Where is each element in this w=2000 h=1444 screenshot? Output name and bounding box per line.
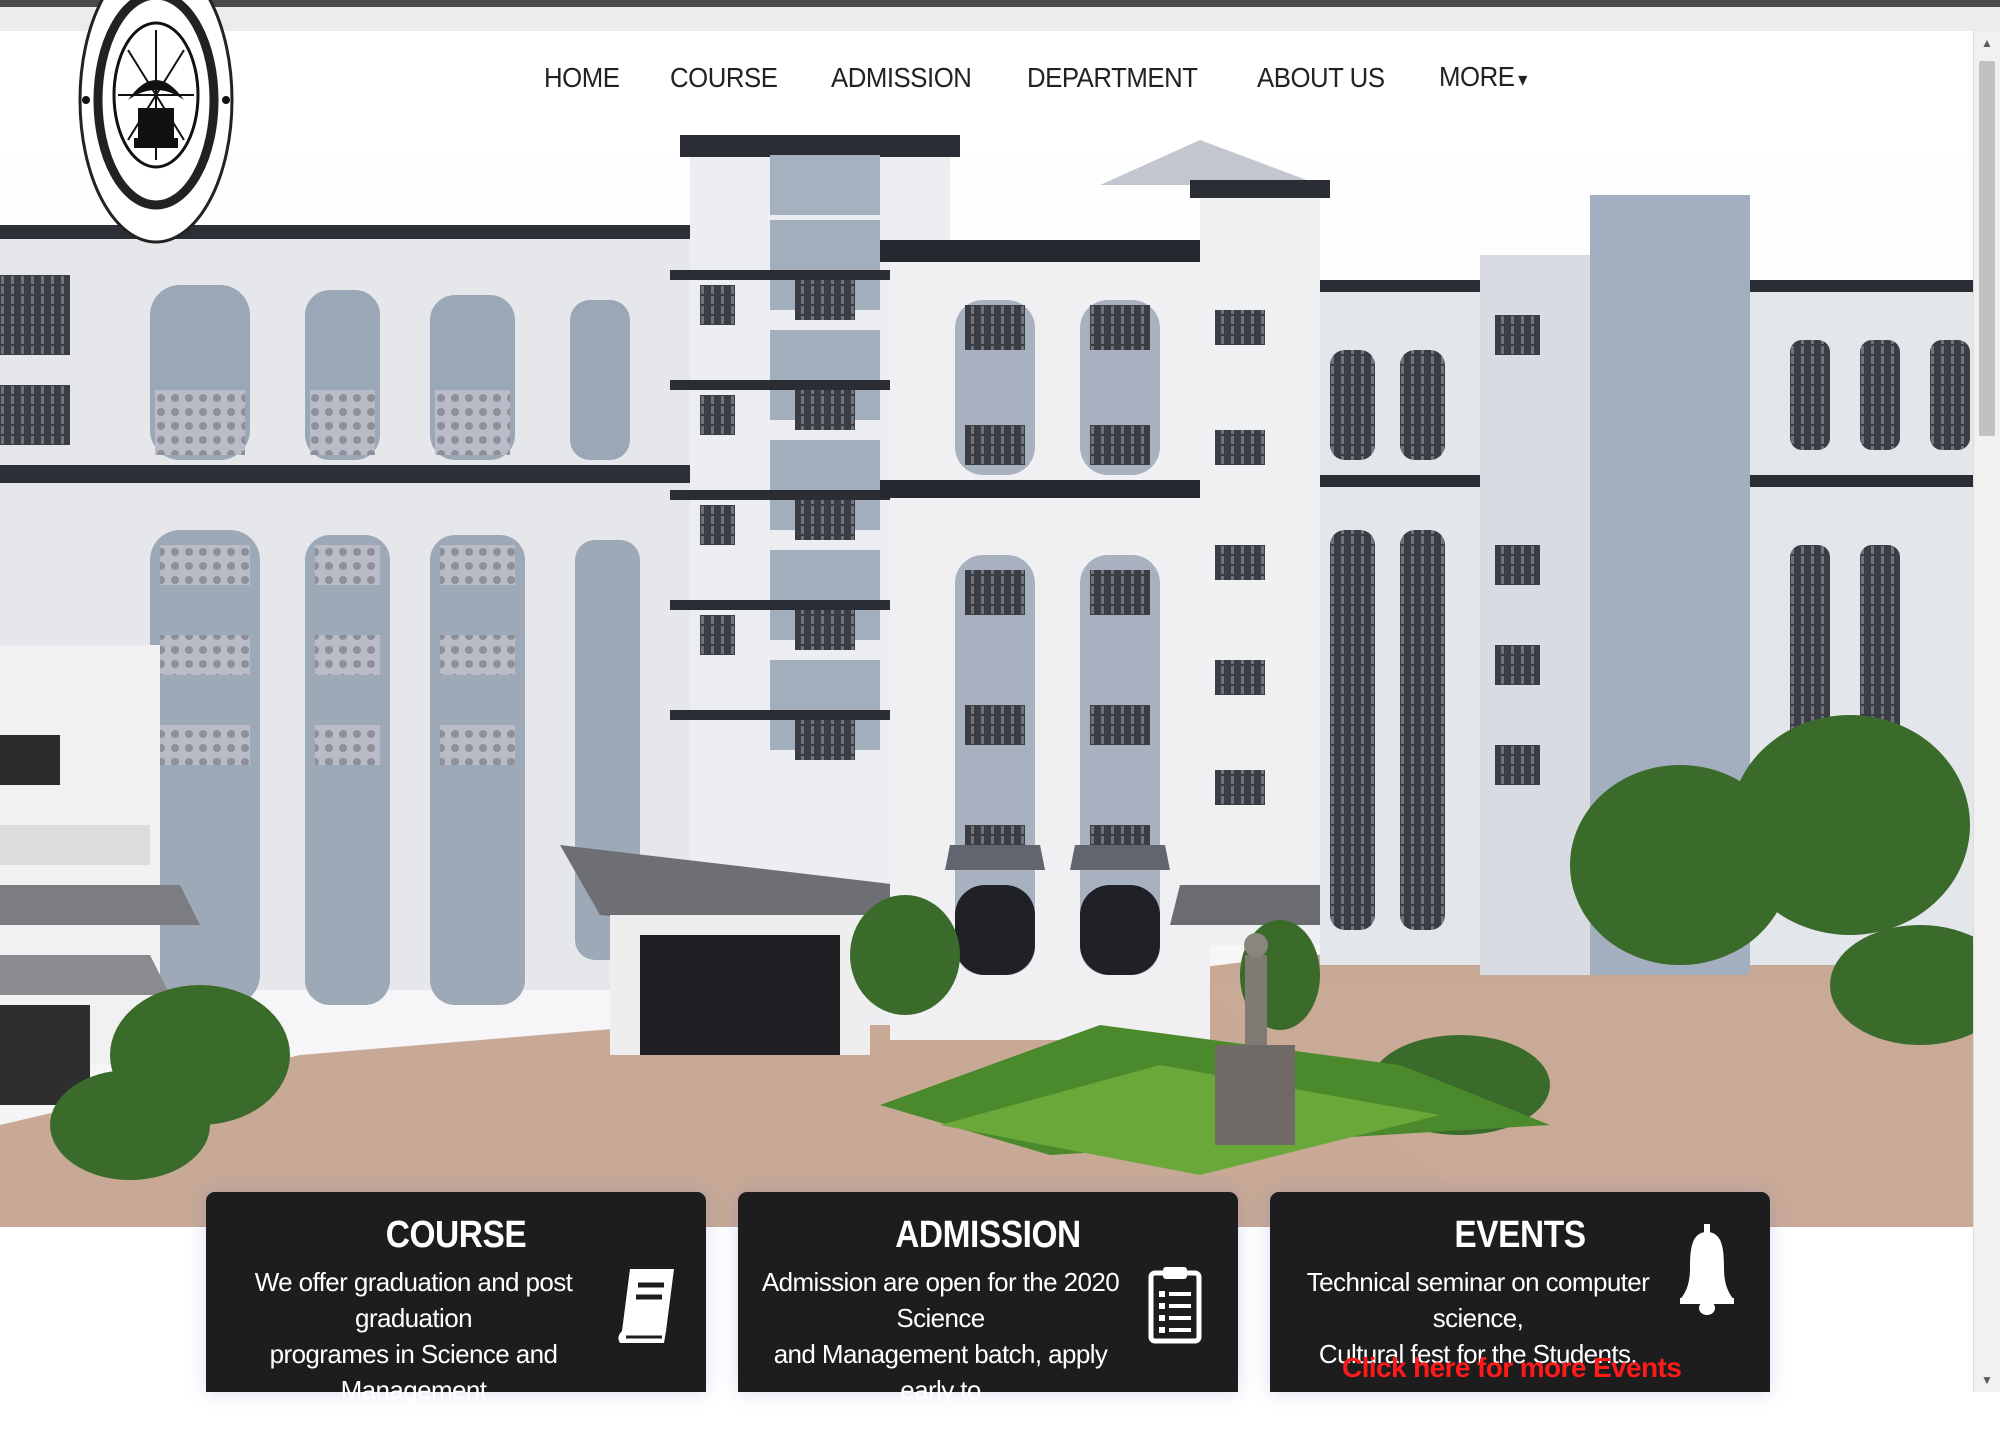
- course-card-line: programes in Science and Management: [269, 1339, 558, 1405]
- scroll-up-arrow-icon[interactable]: ▲: [1974, 31, 2000, 55]
- main-nav: HOME COURSE ADMISSION DEPARTMENT ABOUT U…: [544, 56, 1579, 100]
- events-card-line: Technical seminar on computer science,: [1306, 1267, 1650, 1333]
- bell-icon: [1678, 1224, 1736, 1321]
- admission-card-line: avoid last hour rush.: [829, 1411, 1052, 1441]
- nav-more-dropdown[interactable]: MORE ▾: [1439, 55, 1527, 102]
- nav-department[interactable]: DEPARTMENT: [1027, 56, 1198, 100]
- more-events-link[interactable]: Click here for more Events: [1342, 1352, 1682, 1384]
- nav-course[interactable]: COURSE: [670, 56, 778, 100]
- page-scrollbar[interactable]: ▲ ▼: [1973, 31, 2000, 1392]
- admission-card-text: Admission are open for the 2020 Science …: [748, 1264, 1133, 1444]
- scroll-down-arrow-icon[interactable]: ▼: [1974, 1368, 2000, 1392]
- course-card-line: We offer graduation and post graduation: [254, 1267, 573, 1333]
- nav-more-label: MORE: [1439, 60, 1515, 92]
- clipboard-list-icon: [1148, 1267, 1202, 1350]
- scroll-thumb[interactable]: [1979, 61, 1995, 436]
- nav-about-us[interactable]: ABOUT US: [1257, 56, 1385, 100]
- nav-home[interactable]: HOME: [544, 56, 620, 100]
- events-card-title: EVENTS: [1454, 1214, 1586, 1256]
- hero-campus-image: [0, 125, 1974, 1227]
- admission-card[interactable]: ADMISSION Admission are open for the 202…: [738, 1192, 1238, 1441]
- browser-chrome-edge: [0, 7, 2000, 31]
- book-icon: [616, 1267, 676, 1350]
- course-card-text: We offer graduation and post graduation …: [226, 1264, 601, 1444]
- chevron-down-icon: ▾: [1518, 68, 1528, 91]
- nav-admission[interactable]: ADMISSION: [831, 56, 972, 100]
- course-card-line: to all the aspiring students.: [267, 1411, 561, 1441]
- admission-card-line: and Management batch, apply early to: [773, 1339, 1108, 1405]
- browser-top-border: [0, 0, 2000, 7]
- college-logo[interactable]: [78, 0, 234, 245]
- admission-card-line: Admission are open for the 2020 Science: [761, 1267, 1120, 1333]
- course-card[interactable]: COURSE We offer graduation and post grad…: [206, 1192, 706, 1441]
- admission-card-title: ADMISSION: [895, 1214, 1081, 1256]
- course-card-title: COURSE: [385, 1214, 527, 1256]
